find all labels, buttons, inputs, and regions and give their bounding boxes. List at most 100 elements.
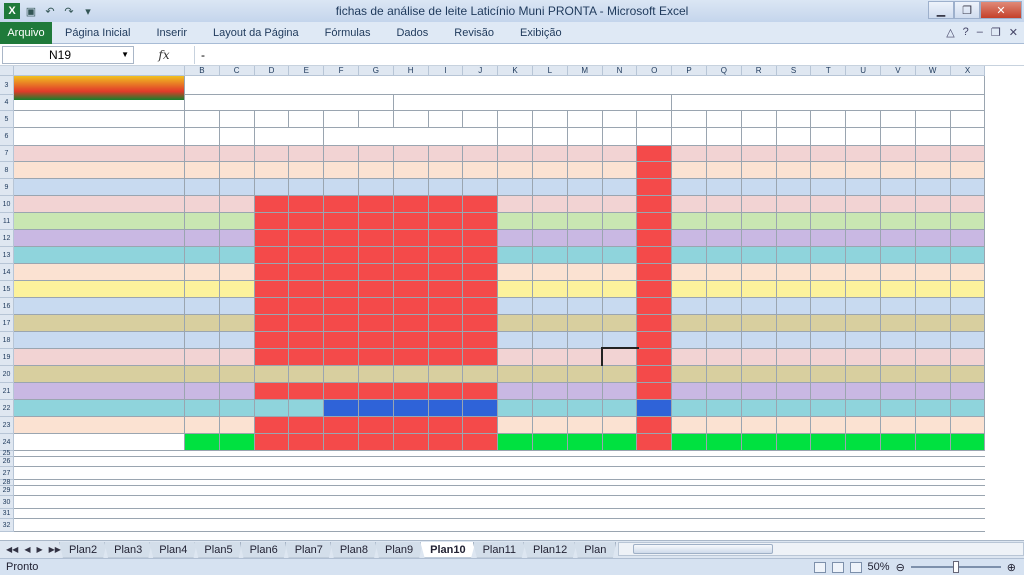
- row-header[interactable]: 31: [0, 509, 14, 519]
- sheet-tab[interactable]: Plan8: [329, 541, 378, 558]
- row-header[interactable]: 12: [0, 230, 14, 247]
- column-header[interactable]: L: [533, 66, 568, 76]
- column-header[interactable]: F: [324, 66, 359, 76]
- page-layout-view-icon[interactable]: [831, 561, 844, 573]
- row-header[interactable]: 22: [0, 400, 14, 417]
- normal-view-icon[interactable]: [813, 561, 826, 573]
- sheet-tab[interactable]: Plan4: [149, 541, 198, 558]
- next-sheet-icon[interactable]: ▶: [36, 545, 42, 554]
- prev-sheet-icon[interactable]: ◀: [24, 545, 30, 554]
- zoom-out-icon[interactable]: ⊖: [896, 561, 905, 574]
- row-header[interactable]: 20: [0, 366, 14, 383]
- help-icon[interactable]: ?: [963, 26, 969, 39]
- row-header[interactable]: 6: [0, 128, 14, 146]
- row-header[interactable]: 23: [0, 417, 14, 434]
- row-header[interactable]: 3: [0, 76, 14, 95]
- row-header[interactable]: 24: [0, 434, 14, 451]
- name-box[interactable]: N19 ▼: [2, 45, 134, 64]
- tab-review[interactable]: Revisão: [441, 27, 507, 39]
- row-header[interactable]: 10: [0, 196, 14, 213]
- horizontal-scrollbar[interactable]: [618, 542, 1024, 556]
- window-restore-icon[interactable]: ❐: [991, 26, 1001, 39]
- row-header[interactable]: 29: [0, 486, 14, 496]
- sheet-tab[interactable]: Plan11: [472, 541, 527, 558]
- row-header[interactable]: 32: [0, 519, 14, 532]
- tab-home[interactable]: Página Inicial: [52, 27, 143, 39]
- zoom-slider[interactable]: [910, 561, 1001, 573]
- column-header[interactable]: N: [602, 66, 638, 76]
- sheet-tab[interactable]: Plan9: [374, 541, 424, 558]
- collapse-ribbon-icon[interactable]: △: [946, 26, 954, 39]
- sheet-tab[interactable]: Plan3: [104, 541, 153, 558]
- insert-function-icon[interactable]: fx: [134, 48, 194, 62]
- column-header[interactable]: T: [811, 66, 847, 76]
- spreadsheet-grid[interactable]: B C D E F G H I J K L M N O P Q R S T U V W X 3 4 5 6 7 8 9 10 11 12 13 14…: [0, 66, 1024, 540]
- file-tab[interactable]: Arquivo: [0, 21, 52, 44]
- column-header[interactable]: X: [950, 66, 986, 76]
- undo-icon[interactable]: ↶: [42, 3, 58, 19]
- close-button[interactable]: ✕: [980, 1, 1022, 19]
- sheet-tab[interactable]: Plan: [574, 541, 617, 558]
- tab-view[interactable]: Exibição: [507, 27, 575, 39]
- column-header[interactable]: S: [776, 66, 812, 76]
- sheet-tab[interactable]: Plan7: [284, 541, 333, 558]
- column-header[interactable]: B: [185, 66, 220, 76]
- sheet-tab[interactable]: Plan12: [523, 541, 578, 558]
- customize-toolbar-icon[interactable]: ▾: [80, 3, 96, 19]
- tab-data[interactable]: Dados: [383, 27, 441, 39]
- column-header[interactable]: O: [637, 66, 673, 76]
- maximize-button[interactable]: ❐: [954, 1, 980, 19]
- column-header[interactable]: H: [393, 66, 429, 76]
- row-header[interactable]: 13: [0, 247, 14, 264]
- zoom-knob[interactable]: [952, 561, 959, 573]
- row-header[interactable]: 5: [0, 111, 14, 128]
- column-header[interactable]: K: [498, 66, 533, 76]
- tab-formulas[interactable]: Fórmulas: [312, 27, 384, 39]
- last-sheet-icon[interactable]: ▶▶: [49, 545, 61, 554]
- zoom-in-icon[interactable]: ⊕: [1007, 561, 1016, 574]
- column-header[interactable]: J: [463, 66, 499, 76]
- column-header[interactable]: W: [915, 66, 951, 76]
- row-header[interactable]: 17: [0, 315, 14, 332]
- column-header[interactable]: D: [254, 66, 290, 76]
- row-header[interactable]: 21: [0, 383, 14, 400]
- column-header[interactable]: P: [672, 66, 707, 76]
- column-header[interactable]: G: [359, 66, 394, 76]
- tab-insert[interactable]: Inserir: [143, 27, 200, 39]
- zoom-level[interactable]: 50%: [868, 561, 890, 573]
- column-header[interactable]: R: [741, 66, 777, 76]
- row-header[interactable]: 16: [0, 298, 14, 315]
- column-header[interactable]: E: [289, 66, 325, 76]
- row-header[interactable]: 18: [0, 332, 14, 349]
- column-header[interactable]: U: [846, 66, 881, 76]
- page-break-view-icon[interactable]: [849, 561, 862, 573]
- column-header[interactable]: I: [428, 66, 464, 76]
- scroll-thumb[interactable]: [633, 544, 773, 554]
- column-header[interactable]: Q: [707, 66, 742, 76]
- window-close-icon[interactable]: ✕: [1009, 26, 1018, 39]
- row-header[interactable]: 11: [0, 213, 14, 230]
- sheet-tab[interactable]: Plan5: [194, 541, 243, 558]
- chevron-down-icon[interactable]: ▼: [121, 47, 129, 63]
- minimize-button[interactable]: ▁: [928, 1, 954, 19]
- formula-input[interactable]: -: [194, 45, 1024, 64]
- select-all-corner[interactable]: [0, 66, 14, 76]
- column-header[interactable]: C: [219, 66, 255, 76]
- window-minimize-icon[interactable]: –: [977, 26, 983, 39]
- first-sheet-icon[interactable]: ◀◀: [6, 545, 18, 554]
- row-header[interactable]: 9: [0, 179, 14, 196]
- row-header[interactable]: 15: [0, 281, 14, 298]
- row-header[interactable]: 14: [0, 264, 14, 281]
- row-header[interactable]: 26: [0, 457, 14, 467]
- column-header[interactable]: V: [881, 66, 916, 76]
- sheet-tab[interactable]: Plan10: [420, 541, 476, 558]
- row-header[interactable]: 8: [0, 162, 14, 179]
- column-header[interactable]: M: [567, 66, 603, 76]
- redo-icon[interactable]: ↷: [61, 3, 77, 19]
- sheet-tab[interactable]: Plan6: [239, 541, 288, 558]
- row-header[interactable]: 4: [0, 95, 14, 111]
- row-header[interactable]: 30: [0, 496, 14, 509]
- tab-page-layout[interactable]: Layout da Página: [200, 27, 312, 39]
- sheet-tab[interactable]: Plan2: [59, 541, 108, 558]
- column-header-a[interactable]: [14, 66, 185, 76]
